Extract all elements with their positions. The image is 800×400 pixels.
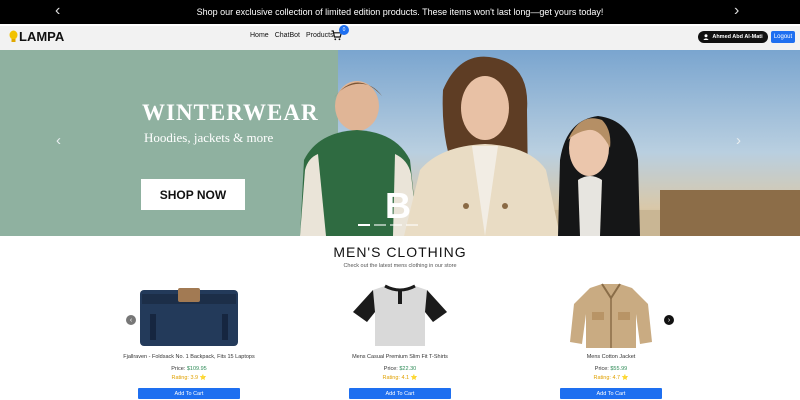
price-label: Price: [594,366,611,372]
rating-text: Rating: 4.7 [593,375,621,381]
hero-subtitle: Hoodies, jackets & more [144,130,274,145]
promo-prev-arrow-icon[interactable]: ‹ [55,2,60,20]
section-subtitle: Check out the latest mens clothing in ou… [343,263,457,269]
user-name: Ahmed Abd Al-Mati [712,34,763,40]
carousel-dot[interactable] [374,224,386,226]
lamp-icon [9,30,18,42]
product-card: Mens Cotton Jacket Price: $55.99 Rating:… [536,282,686,400]
nav-link-chatbot[interactable]: ChatBot [275,32,300,39]
carousel-dot[interactable] [358,224,370,226]
carousel-dot[interactable] [406,224,418,226]
price-value: $55.99 [610,366,628,372]
product-card: Fjallraven - Foldsack No. 1 Backpack, Fi… [114,282,264,400]
product-name[interactable]: Mens Cotton Jacket [536,354,686,360]
price-label: Price: [383,366,400,372]
star-icon: ⭐ [410,375,418,381]
nav-link-products[interactable]: Products [306,32,334,39]
product-rating: Rating: 4.7 ⭐ [536,375,686,381]
svg-text:B: B [385,185,411,226]
logo[interactable]: LAMPA [8,29,64,44]
navbar: LAMPA Home ChatBot Products 0 Ahmed Abd … [0,25,800,50]
nav-links: Home ChatBot Products [250,32,334,39]
backpack-image [140,288,238,346]
star-icon: ⭐ [199,375,207,381]
add-to-cart-button[interactable]: Add To Cart [138,388,240,399]
user-menu-button[interactable]: Ahmed Abd Al-Mati [698,31,768,43]
product-card: Mens Casual Premium Slim Fit T-Shirts Pr… [325,282,475,400]
product-name[interactable]: Fjallraven - Foldsack No. 1 Backpack, Fi… [114,354,264,360]
product-rating: Rating: 4.1 ⭐ [325,375,475,381]
product-name[interactable]: Mens Casual Premium Slim Fit T-Shirts [325,354,475,360]
product-price: Price: $55.99 [536,366,686,372]
price-value: $22.30 [399,366,417,372]
hero-title: WINTERWEAR [142,100,319,125]
tshirt-image [353,284,447,346]
logo-text: LAMPA [19,29,65,44]
jacket-image [570,283,652,348]
rating-text: Rating: 4.1 [382,375,410,381]
announcement-bar: ‹ Shop our exclusive collection of limit… [0,0,800,24]
logout-button[interactable]: Logout [771,31,795,43]
section-title: MEN'S CLOTHING [333,244,467,260]
price-label: Price: [171,366,187,372]
star-icon: ⭐ [621,375,629,381]
carousel-indicators [358,224,418,226]
shop-now-button[interactable]: SHOP NOW [141,179,245,210]
add-to-cart-button[interactable]: Add To Cart [560,388,662,399]
user-icon [703,34,710,40]
product-rating: Rating: 3.9 ⭐ [114,375,264,381]
hero-next-arrow-icon[interactable]: › [736,132,741,149]
nav-link-home[interactable]: Home [250,32,269,39]
carousel-dot[interactable] [390,224,402,226]
promo-text: Shop our exclusive collection of limited… [196,7,604,17]
add-to-cart-button[interactable]: Add To Cart [349,388,451,399]
rating-text: Rating: 3.9 [171,375,199,381]
hero-prev-arrow-icon[interactable]: ‹ [56,132,61,149]
product-price: Price: $22.30 [325,366,475,372]
cart-count-badge: 0 [339,25,349,35]
price-value: $109.95 [186,366,207,372]
promo-next-arrow-icon[interactable]: › [734,2,739,20]
hero-models-image: B [300,56,800,236]
hero-carousel: B WINTERWEAR Hoodies, jackets & more SHO… [0,50,800,236]
product-price: Price: $109.95 [114,366,264,372]
